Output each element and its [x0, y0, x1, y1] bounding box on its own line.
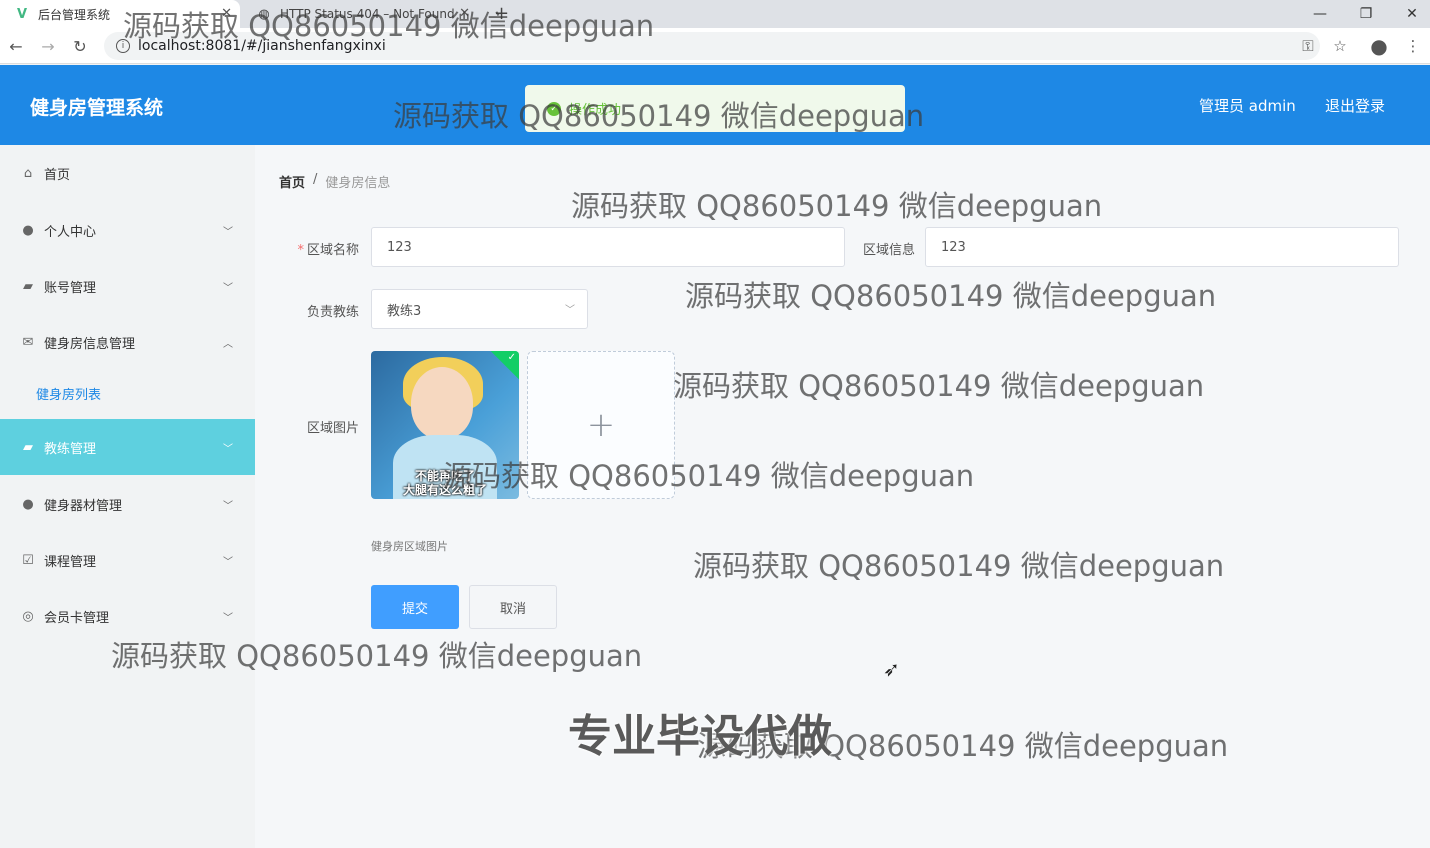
checkbox-icon: ☑: [22, 552, 34, 568]
globe-icon: ◍: [258, 6, 270, 22]
area-name-value: 123: [387, 239, 412, 255]
forward-icon[interactable]: →: [38, 36, 58, 56]
sidebar-item-label: 健身房信息管理: [44, 336, 136, 352]
check-icon: ✓: [507, 352, 516, 363]
star-icon[interactable]: ☆: [1330, 36, 1350, 56]
app-title: 健身房管理系统: [30, 97, 164, 119]
sidebar-item-label: 个人中心: [44, 224, 97, 240]
minimize-icon[interactable]: —: [1297, 0, 1343, 28]
chevron-down-icon: ﹀: [223, 443, 233, 455]
tab-close-icon[interactable]: ✕: [459, 6, 470, 21]
chevron-down-icon: ﹀: [223, 226, 233, 238]
sidebar-item-gym-info[interactable]: ✉ 健身房信息管理 ︿: [0, 314, 255, 370]
reload-icon[interactable]: ↻: [70, 36, 90, 56]
success-icon: ✓: [547, 101, 561, 116]
new-tab-button[interactable]: +: [494, 3, 509, 24]
home-icon: ⌂: [23, 165, 33, 181]
address-bar: ← → ↻ i localhost:8081/#/jianshenfangxin…: [0, 28, 1430, 64]
user-label: 管理员 admin: [1199, 97, 1296, 115]
close-icon[interactable]: ✕: [1389, 0, 1430, 28]
sidebar: ⌂ 首页 ● 个人中心 ﹀ ▰ 账号管理 ﹀ ✉ 健身房信息管理 ︿ 健身房列表…: [0, 145, 255, 848]
upload-add-button[interactable]: +: [527, 351, 675, 499]
wallet-icon: ▰: [23, 278, 33, 294]
sidebar-item-equipment[interactable]: ● 健身器材管理 ﹀: [0, 476, 255, 532]
sidebar-item-home[interactable]: ⌂ 首页: [0, 145, 255, 201]
tab-close-icon[interactable]: ✕: [221, 6, 232, 21]
back-icon[interactable]: ←: [6, 36, 26, 56]
success-toast: ✓ 操作成功: [525, 85, 905, 132]
area-info-input[interactable]: 123: [925, 227, 1399, 267]
cancel-button[interactable]: 取消: [469, 585, 557, 629]
browser-tab-active[interactable]: V 后台管理系统 ✕: [0, 0, 240, 28]
menu-icon[interactable]: ⋮: [1403, 36, 1423, 56]
tab-title: HTTP Status 404 – Not Found: [280, 7, 455, 21]
breadcrumb-current: 健身房信息: [325, 176, 391, 191]
user-icon: ●: [22, 222, 34, 238]
browser-tab-inactive[interactable]: ◍ HTTP Status 404 – Not Found ✕: [248, 0, 478, 28]
tab-title: 后台管理系统: [38, 7, 111, 22]
sidebar-item-label: 教练管理: [44, 441, 97, 457]
coach-select[interactable]: 教练3 ﹀: [371, 289, 588, 329]
area-info-label: 区域信息: [862, 243, 915, 258]
user-icon: ●: [22, 496, 34, 512]
chevron-down-icon: ﹀: [223, 612, 233, 624]
sidebar-subitem-label: 健身房列表: [36, 387, 102, 403]
coach-select-value: 教练3: [387, 303, 422, 319]
chevron-up-icon: ︿: [223, 338, 233, 350]
vue-icon: V: [16, 6, 28, 22]
sidebar-item-label: 会员卡管理: [44, 610, 110, 626]
submit-button[interactable]: 提交: [371, 585, 459, 629]
toast-message: 操作成功: [569, 103, 622, 118]
area-name-input[interactable]: 123: [371, 227, 845, 267]
main-content: 首页 / 健身房信息 * 区域名称 123 区域信息 123 负责教练 教练3 ﹀…: [255, 145, 1430, 848]
sidebar-item-label: 账号管理: [44, 280, 97, 296]
required-mark: *: [297, 243, 304, 258]
chevron-down-icon: ﹀: [223, 500, 233, 512]
area-name-label: * 区域名称: [285, 239, 359, 258]
url-text: localhost:8081/#/jianshenfangxinxi: [138, 38, 386, 54]
url-field[interactable]: i localhost:8081/#/jianshenfangxinxi: [104, 32, 1320, 60]
briefcase-icon: ▰: [23, 439, 33, 455]
breadcrumb-separator: /: [313, 172, 318, 187]
area-info-value: 123: [941, 239, 966, 255]
coach-label: 负责教练: [306, 305, 359, 320]
watermark-stamp: 专业毕设代做: [568, 711, 832, 762]
uploaded-image-thumbnail[interactable]: 不能再吃了 大腿有这么粗了 ✓: [371, 351, 519, 499]
sidebar-subitem-gym-list[interactable]: 健身房列表: [0, 368, 255, 418]
sidebar-item-courses[interactable]: ☑ 课程管理 ﹀: [0, 532, 255, 588]
mouse-cursor-icon: ➶: [883, 657, 900, 681]
sidebar-item-membership-cards[interactable]: ◎ 会员卡管理 ﹀: [0, 588, 255, 644]
app-header: 健身房管理系统 ✓ 操作成功 管理员 admin 退出登录: [0, 65, 1430, 145]
chevron-down-icon: ﹀: [565, 305, 575, 316]
profile-icon[interactable]: ●: [1369, 34, 1389, 58]
key-icon[interactable]: ⚿: [1298, 36, 1318, 56]
chevron-down-icon: ﹀: [223, 282, 233, 294]
compass-icon: ◎: [22, 608, 34, 624]
breadcrumb-home[interactable]: 首页: [279, 172, 305, 191]
browser-tab-bar: V 后台管理系统 ✕ ◍ HTTP Status 404 – Not Found…: [0, 0, 1430, 28]
mail-icon: ✉: [22, 334, 34, 350]
breadcrumb: 首页 / 健身房信息: [279, 172, 390, 191]
image-caption-line2: 大腿有这么粗了: [402, 483, 487, 497]
image-label: 区域图片: [306, 421, 359, 436]
restore-icon[interactable]: ❐: [1343, 0, 1389, 28]
logout-link[interactable]: 退出登录: [1325, 95, 1385, 116]
image-tip: 健身房区域图片: [371, 540, 448, 553]
sidebar-item-personal-center[interactable]: ● 个人中心 ﹀: [0, 202, 255, 258]
chevron-down-icon: ﹀: [223, 556, 233, 568]
sidebar-item-coaches[interactable]: ▰ 教练管理 ﹀: [0, 419, 255, 475]
info-icon[interactable]: i: [116, 39, 130, 53]
plus-icon: +: [586, 405, 616, 445]
sidebar-item-accounts[interactable]: ▰ 账号管理 ﹀: [0, 258, 255, 314]
sidebar-item-label: 首页: [44, 167, 71, 183]
sidebar-item-label: 健身器材管理: [44, 498, 123, 514]
sidebar-item-label: 课程管理: [44, 554, 97, 570]
image-face-shape: [411, 367, 473, 439]
area-name-label-text: 区域名称: [306, 243, 359, 258]
